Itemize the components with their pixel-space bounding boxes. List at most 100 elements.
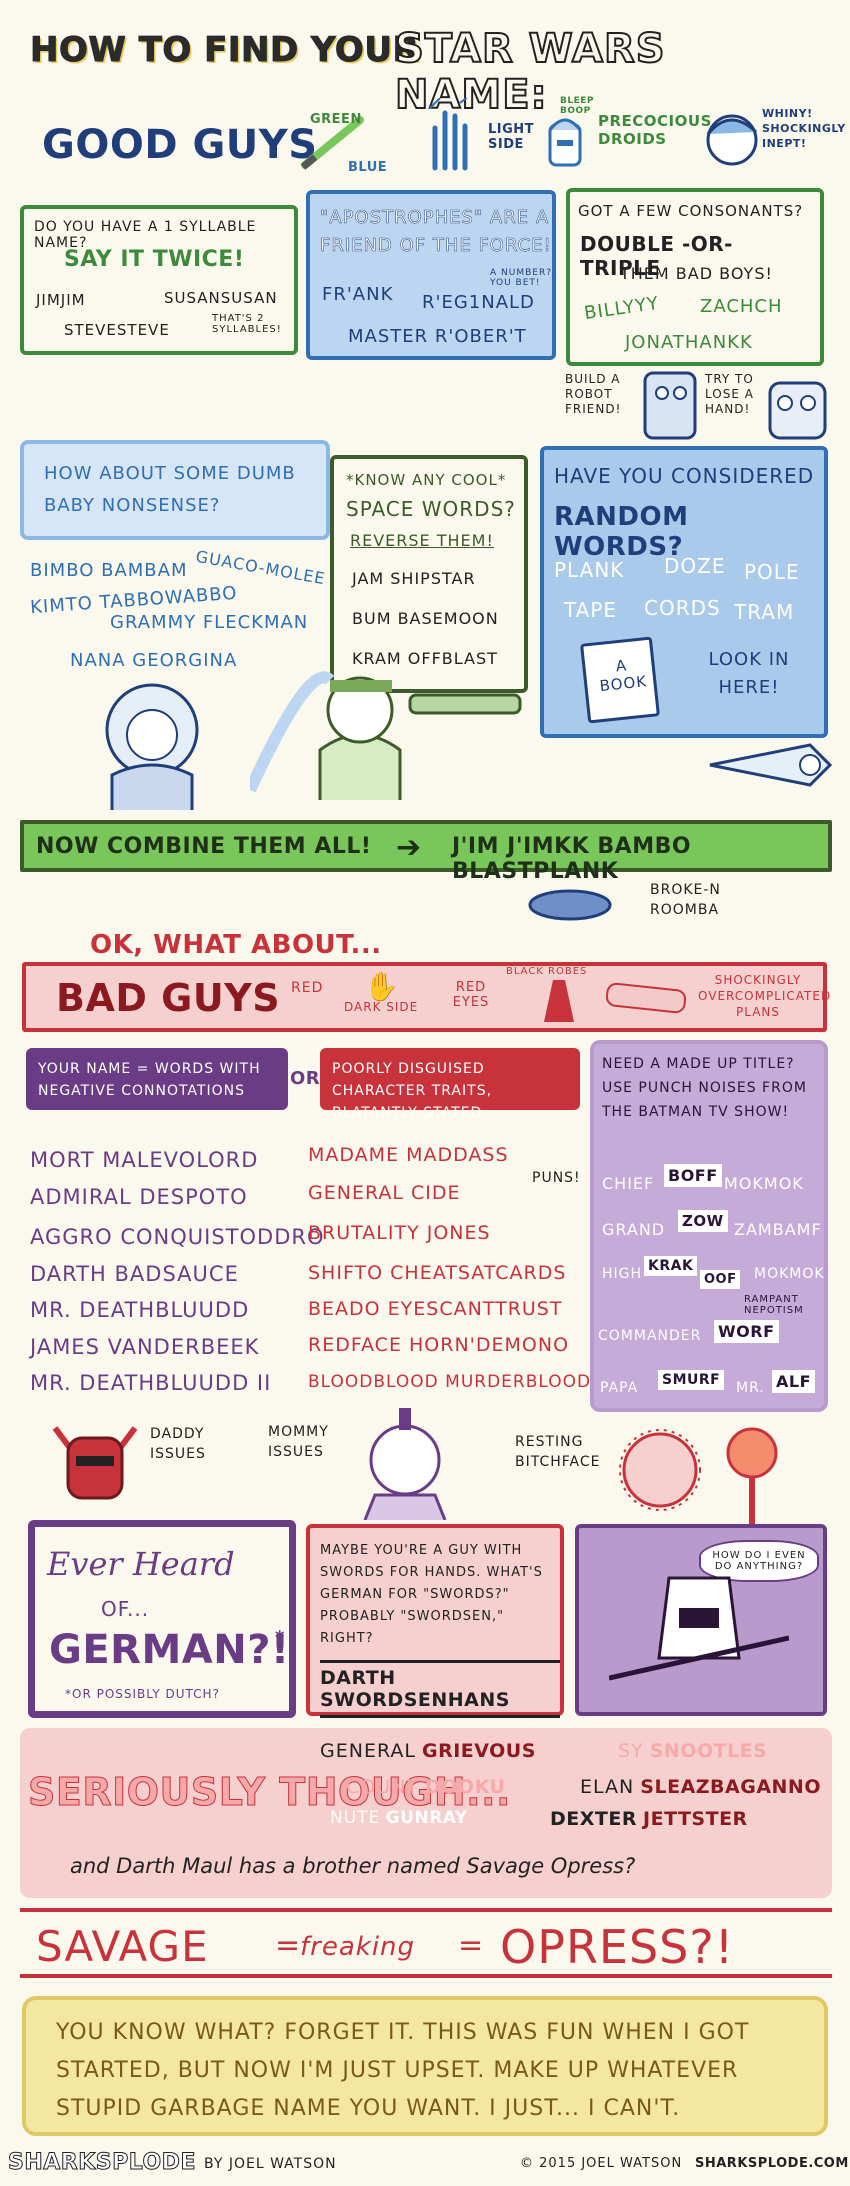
title-r3-a: HIGH: [602, 1266, 643, 1282]
german-line-2: OF...: [101, 1597, 150, 1621]
robot-icon: [643, 371, 827, 440]
random-question-1: HAVE YOU CONSIDERED: [554, 464, 815, 488]
droid-icon: [548, 118, 582, 167]
random-box: HAVE YOU CONSIDERED RANDOM WORDS? PLANK …: [540, 446, 828, 738]
name-first: SY: [618, 1740, 644, 1762]
equals-icon-1: =: [275, 1928, 302, 1963]
title-r1-a: CHIEF: [602, 1174, 655, 1193]
list-item: AGGRO CONQUISTODDRO: [30, 1225, 325, 1249]
robot-label-1: BUILD A ROBOT FRIEND!: [565, 372, 622, 416]
or-label: OR: [290, 1068, 321, 1089]
list-item: MADAME MADDASS: [308, 1144, 509, 1166]
apostrophes-ex-3: MASTER R'OBER'T: [348, 326, 527, 347]
seriously-section: SERIOUSLY THOUGH... GENERAL GRIEVOUS SY …: [20, 1728, 832, 1898]
footer-url[interactable]: SHARKSPLODE.COM: [695, 2156, 849, 2171]
robes-label: BLACK ROBES: [506, 966, 588, 977]
space-question-2: SPACE WORDS?: [346, 497, 516, 521]
title-r2-b: ZOW: [678, 1210, 728, 1232]
baby-ex-2: GUACO-MOLEE: [194, 546, 327, 589]
list-item: SHIFTO CHEATSATCARDS: [308, 1262, 567, 1284]
apostrophes-note: A NUMBER? YOU BET!: [490, 268, 552, 288]
conclusion-box: YOU KNOW WHAT? FORGET IT. THIS WAS FUN W…: [22, 1996, 828, 2136]
syllable-ex-2: SUSANSUSAN: [164, 289, 278, 307]
title-r5-c: MR.: [736, 1380, 765, 1396]
title-r3-d: MOKMOK: [754, 1266, 825, 1282]
swords-name: DARTH SWORDSENHANS: [320, 1660, 560, 1718]
baby-ex-1: BIMBO BAMBAM: [30, 560, 188, 581]
random-ex-4: TAPE: [564, 598, 618, 622]
bad-guys-banner: BAD GUYS RED DARK SIDE ✋ RED EYES BLACK …: [22, 962, 830, 1032]
list-item: JAMES VANDERBEEK: [30, 1335, 260, 1359]
title-r4-a: COMMANDER: [598, 1328, 702, 1344]
list-item: MR. DEATHBLUUDD: [30, 1298, 250, 1322]
name-last: SLEAZBAGANNO: [640, 1776, 821, 1798]
random-question-2: RANDOM WORDS?: [554, 502, 689, 562]
name-last: SNOOTLES: [649, 1740, 768, 1762]
nepotism-label: RAMPANT NEPOTISM: [744, 1294, 804, 1316]
bad-guys-intro: OK, WHAT ABOUT...: [90, 930, 382, 960]
grievous-box: HOW DO I EVEN DO ANYTHING?: [575, 1524, 827, 1716]
title-prefix: HOW TO FIND YOUR: [29, 30, 420, 71]
syllable-box: DO YOU HAVE A 1 SYLLABLE NAME? SAY IT TW…: [20, 205, 298, 355]
title-box: NEED A MADE UP TITLE? USE PUNCH NOISES F…: [590, 1040, 828, 1412]
equation-mid: freaking: [300, 1932, 416, 1962]
consonants-answer-2: THEM BAD BOYS!: [620, 264, 773, 283]
luke-icon: [706, 114, 758, 166]
red-eyes-label: RED EYES: [452, 980, 490, 1010]
footer-by: BY JOEL WATSON: [204, 2156, 337, 2172]
list-item: DARTH BADSAUCE: [30, 1262, 239, 1286]
robe-icon: [544, 980, 574, 1022]
name-first: COUNT: [346, 1776, 419, 1798]
name-last: JETTSTER: [643, 1808, 748, 1830]
space-question-1: *KNOW ANY COOL*: [346, 471, 507, 489]
title-r5-d: ALF: [772, 1370, 816, 1393]
list-item: GENERAL CIDE: [308, 1182, 461, 1204]
grievous-icon: [609, 1576, 789, 1681]
german-box: Ever Heard OF... GERMAN?! * *OR POSSIBLY…: [28, 1520, 296, 1718]
mace-icon: [726, 1427, 778, 1526]
puns-label: PUNS!: [532, 1170, 581, 1186]
random-ex-1: PLANK: [554, 558, 625, 582]
title-bar: HOW TO FIND YOUR STAR WARS NAME:: [29, 18, 830, 119]
list-item: BLOODBLOOD MURDERBLOOD: [308, 1372, 592, 1392]
list-item: REDFACE HORN'DEMONO: [308, 1334, 570, 1356]
scroll-icon: [604, 981, 688, 1015]
random-ex-5: CORDS: [644, 596, 721, 620]
name-last: GUNRAY: [385, 1808, 468, 1828]
name-last: DOOKU: [425, 1776, 506, 1798]
title-r5-b: SMURF: [658, 1370, 725, 1390]
traits-label: POORLY DISGUISED CHARACTER TRAITS, BLATA…: [332, 1061, 493, 1121]
german-line-1: Ever Heard: [47, 1545, 235, 1583]
mommy-label: MOMMY ISSUES: [268, 1424, 329, 1460]
name-5: NUTE GUNRAY: [330, 1808, 468, 1828]
combine-bar: NOW COMBINE THEM ALL! ➔ J'IM J'IMKK BAMB…: [20, 820, 832, 884]
name-1: GENERAL GRIEVOUS: [320, 1740, 536, 1762]
german-star: *: [275, 1627, 285, 1648]
list-item: MORT MALEVOLORD: [30, 1148, 259, 1172]
luke-label: WHINY! SHOCKINGLY INEPT!: [762, 107, 846, 150]
name-6: DEXTER JETTSTER: [550, 1808, 748, 1830]
random-ex-2: DOZE: [664, 554, 726, 578]
negative-label-box: YOUR NAME = WORDS WITH NEGATIVE CONNOTAT…: [26, 1048, 288, 1110]
name-2: SY SNOOTLES: [618, 1740, 767, 1762]
title-question: NEED A MADE UP TITLE? USE PUNCH NOISES F…: [602, 1056, 807, 1120]
syllable-ex-1: JIMJIM: [36, 291, 86, 309]
conclusion-text: YOU KNOW WHAT? FORGET IT. THIS WAS FUN W…: [56, 2020, 750, 2121]
baby-ex-4: GRAMMY FLECKMAN: [110, 612, 309, 633]
title-r1-c: MOKMOK: [724, 1174, 804, 1193]
bad-red-label: RED: [291, 980, 324, 996]
apostrophes-question: "APOSTROPHES" ARE A FRIEND OF THE FORCE!: [320, 207, 552, 257]
equation-left: SAVAGE: [36, 1922, 209, 1971]
baby-question: HOW ABOUT SOME DUMB BABY NONSENSE?: [44, 463, 296, 516]
rocket-icon: [709, 743, 833, 787]
negative-label: YOUR NAME = WORDS WITH NEGATIVE CONNOTAT…: [38, 1061, 261, 1099]
hand-icon: [429, 98, 468, 171]
bad-guys-heading: BAD GUYS: [56, 976, 281, 1020]
list-item: BRUTALITY JONES: [308, 1222, 491, 1244]
title-r3-c: OOF: [700, 1270, 741, 1289]
footer-brand: SHARKSPLODE: [8, 2150, 196, 2176]
mommy-icon: [363, 1408, 447, 1520]
apostrophes-box: "APOSTROPHES" ARE A FRIEND OF THE FORCE!…: [306, 190, 556, 360]
droids-label: PRECOCIOUS DROIDS: [598, 112, 712, 148]
title-r2-a: GRAND: [602, 1220, 666, 1239]
